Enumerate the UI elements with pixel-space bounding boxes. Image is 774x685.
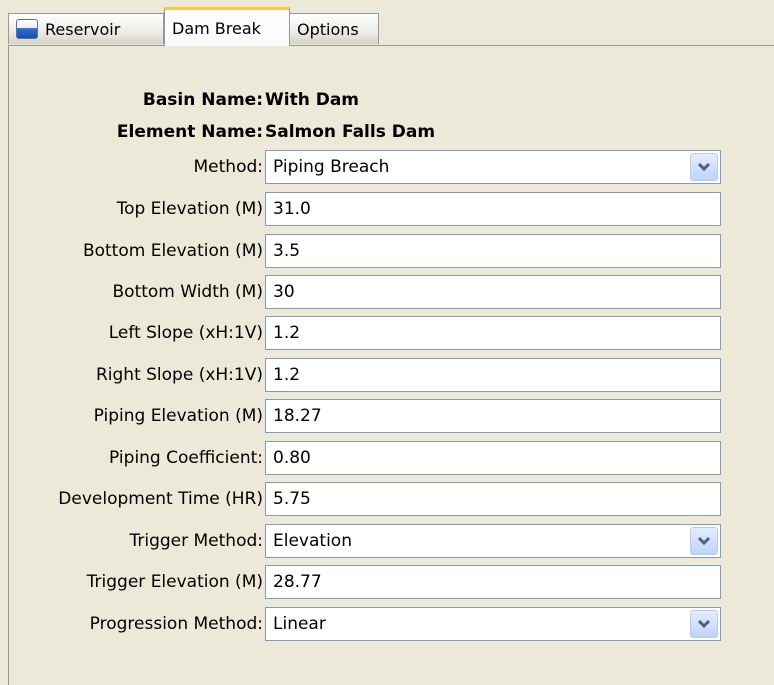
progression-method-dropdown-button[interactable] (690, 610, 718, 638)
left-slope-row: Left Slope (xH:1V) 1.2 (9, 315, 774, 351)
basin-name-value: With Dam (265, 90, 360, 110)
top-elevation-row: Top Elevation (M) 31.0 (9, 191, 774, 227)
tab-dam-break[interactable]: Dam Break (164, 7, 290, 46)
chevron-down-icon (697, 162, 711, 172)
tab-dam-break-label: Dam Break (172, 18, 261, 38)
piping-elevation-input[interactable]: 18.27 (265, 399, 721, 433)
element-name-label: Element Name: (116, 122, 263, 142)
method-row: Method: Piping Breach (9, 149, 774, 185)
progression-method-select[interactable]: Linear (265, 607, 721, 641)
piping-coefficient-input[interactable]: 0.80 (265, 441, 721, 475)
tab-options-label: Options (297, 19, 359, 39)
element-name-value: Salmon Falls Dam (265, 122, 436, 142)
tab-reservoir-label: Reservoir (45, 19, 121, 39)
trigger-elevation-label: Trigger Elevation (M) (86, 572, 263, 592)
reservoir-icon (16, 19, 38, 39)
trigger-elevation-input[interactable]: 28.77 (265, 565, 721, 599)
chevron-down-icon (697, 619, 711, 629)
tab-options[interactable]: Options (289, 13, 379, 44)
left-slope-input[interactable]: 1.2 (265, 316, 721, 350)
development-time-row: Development Time (HR) 5.75 (9, 481, 774, 517)
progression-method-label: Progression Method: (89, 614, 263, 634)
method-dropdown-button[interactable] (690, 153, 718, 181)
basin-name-label: Basin Name: (142, 90, 263, 110)
bottom-width-row: Bottom Width (M) 30 (9, 274, 774, 310)
bottom-width-label: Bottom Width (M) (112, 282, 264, 302)
progression-method-value: Linear (273, 614, 326, 634)
bottom-elevation-label: Bottom Elevation (M) (82, 241, 263, 261)
piping-elevation-row: Piping Elevation (M) 18.27 (9, 398, 774, 434)
right-slope-label: Right Slope (xH:1V) (95, 365, 263, 385)
top-elevation-label: Top Elevation (M) (116, 199, 263, 219)
trigger-method-dropdown-button[interactable] (690, 527, 718, 555)
chevron-down-icon (697, 536, 711, 546)
dam-break-editor: Reservoir Dam Break Options Basin Name: … (0, 0, 774, 685)
method-value: Piping Breach (273, 157, 390, 177)
element-name-row: Element Name: Salmon Falls Dam (9, 114, 774, 150)
trigger-method-label: Trigger Method: (129, 531, 263, 551)
method-label: Method: (193, 157, 264, 177)
left-slope-label: Left Slope (xH:1V) (108, 323, 263, 343)
method-select[interactable]: Piping Breach (265, 150, 721, 184)
tab-reservoir[interactable]: Reservoir (8, 13, 164, 44)
bottom-width-input[interactable]: 30 (265, 275, 721, 309)
trigger-method-row: Trigger Method: Elevation (9, 523, 774, 559)
trigger-elevation-row: Trigger Elevation (M) 28.77 (9, 564, 774, 600)
development-time-label: Development Time (HR) (58, 489, 263, 509)
progression-method-row: Progression Method: Linear (9, 606, 774, 642)
bottom-elevation-input[interactable]: 3.5 (265, 234, 721, 268)
right-slope-row: Right Slope (xH:1V) 1.2 (9, 357, 774, 393)
piping-coefficient-label: Piping Coefficient: (109, 448, 263, 468)
trigger-method-select[interactable]: Elevation (265, 524, 721, 558)
top-elevation-input[interactable]: 31.0 (265, 192, 721, 226)
dam-break-panel: Basin Name: With Dam Element Name: Salmo… (8, 45, 774, 685)
development-time-input[interactable]: 5.75 (265, 482, 721, 516)
piping-coefficient-row: Piping Coefficient: 0.80 (9, 440, 774, 476)
basin-name-row: Basin Name: With Dam (9, 82, 774, 118)
bottom-elevation-row: Bottom Elevation (M) 3.5 (9, 233, 774, 269)
right-slope-input[interactable]: 1.2 (265, 358, 721, 392)
piping-elevation-label: Piping Elevation (M) (93, 406, 263, 426)
tab-bar: Reservoir Dam Break Options (0, 0, 774, 46)
trigger-method-value: Elevation (273, 531, 352, 551)
